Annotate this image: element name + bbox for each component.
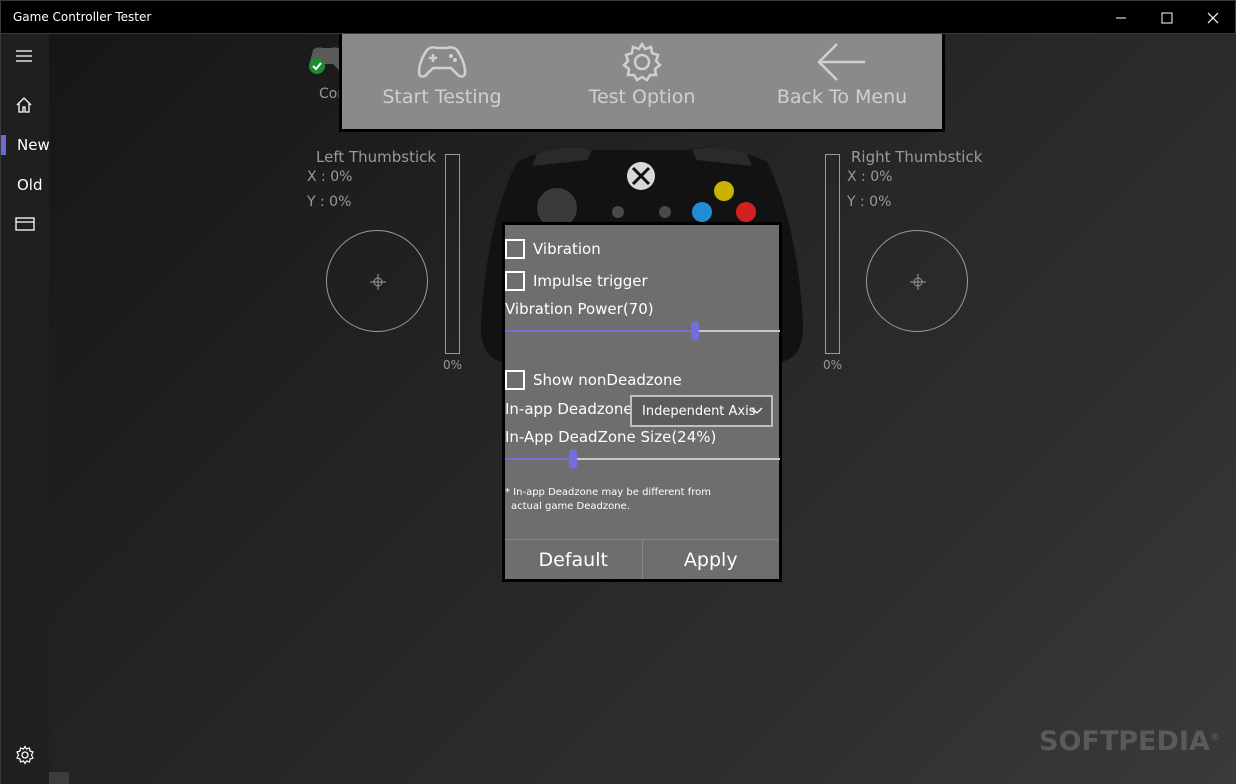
title-bar: Game Controller Tester [0, 0, 1236, 34]
slider-fill [505, 458, 573, 460]
back-to-menu-label: Back To Menu [776, 86, 908, 108]
left-trigger-value: 0% [443, 358, 463, 372]
impulse-trigger-checkbox[interactable] [505, 271, 525, 291]
slider-fill [505, 330, 695, 332]
left-stick-area [326, 230, 428, 332]
non-deadzone-checkbox-row[interactable]: Show nonDeadzone [505, 370, 682, 390]
horizontal-scrollbar[interactable] [49, 772, 69, 784]
left-trigger-bar [445, 154, 460, 354]
right-thumbstick-title: Right Thumbstick [851, 148, 983, 166]
sidebar-item-home[interactable] [1, 85, 50, 125]
vibration-checkbox[interactable] [505, 239, 525, 259]
hamburger-icon [16, 50, 32, 62]
card-icon [15, 217, 35, 231]
registered-mark: ® [1209, 732, 1220, 743]
default-button[interactable]: Default [505, 540, 642, 579]
toolbar: Start Testing Test Option Back To Menu [339, 34, 945, 132]
sidebar-item-settings[interactable] [1, 735, 50, 775]
back-to-menu-button[interactable]: Back To Menu [752, 42, 932, 108]
gamepad-icon [417, 46, 467, 78]
slider-thumb[interactable] [691, 321, 699, 341]
sidebar: New Old [0, 34, 50, 784]
sidebar-item-card[interactable] [1, 204, 50, 244]
show-non-deadzone-label: Show nonDeadzone [533, 371, 682, 389]
deadzone-note-line2: actual game Deadzone. [511, 501, 630, 512]
right-stick-x: X : 0% [847, 169, 893, 185]
gear-icon [16, 745, 34, 765]
right-stick-y: Y : 0% [847, 194, 892, 210]
vibration-label: Vibration [533, 240, 601, 258]
left-stick-x: X : 0% [307, 169, 353, 185]
right-trigger-bar [825, 154, 840, 354]
deadzone-size-slider[interactable] [505, 449, 780, 469]
menu-toggle[interactable] [1, 36, 50, 76]
left-stick-y: Y : 0% [307, 194, 352, 210]
deadzone-mode-select[interactable]: Independent Axis [630, 395, 773, 427]
gear-icon [622, 42, 662, 82]
close-button[interactable] [1190, 1, 1236, 34]
right-trigger-value: 0% [823, 358, 843, 372]
minimize-button[interactable] [1098, 1, 1144, 34]
arrow-left-icon [817, 43, 865, 81]
main-area: Con Start Testing Test Option Back To Me… [49, 34, 1236, 784]
deadzone-note: * In-app Deadzone may be different from … [505, 486, 725, 514]
test-options-dialog: Vibration Impulse trigger Vibration Powe… [502, 222, 782, 582]
vibration-power-label: Vibration Power(70) [505, 300, 654, 318]
vibration-checkbox-row[interactable]: Vibration [505, 239, 601, 259]
impulse-trigger-label: Impulse trigger [533, 272, 648, 290]
show-non-deadzone-checkbox[interactable] [505, 370, 525, 390]
crosshair-icon [910, 274, 926, 290]
minimize-icon [1116, 17, 1126, 18]
window-title: Game Controller Tester [13, 10, 152, 24]
maximize-button[interactable] [1144, 1, 1190, 34]
chevron-down-icon [751, 407, 763, 414]
test-option-label: Test Option [588, 86, 696, 108]
deadzone-mode-label: In-app Deadzone [505, 400, 633, 418]
watermark-text: SOFTPEDIA [1039, 726, 1210, 757]
softpedia-watermark: SOFTPEDIA® [1039, 726, 1220, 757]
dialog-buttons: Default Apply [505, 539, 779, 579]
sidebar-item-label: New [17, 136, 50, 154]
sidebar-item-label: Old [17, 176, 43, 194]
maximize-icon [1161, 12, 1173, 23]
start-testing-label: Start Testing [382, 86, 502, 108]
apply-button[interactable]: Apply [641, 540, 780, 579]
slider-thumb[interactable] [569, 449, 577, 469]
impulse-checkbox-row[interactable]: Impulse trigger [505, 271, 648, 291]
crosshair-icon [370, 274, 386, 290]
deadzone-mode-value: Independent Axis [642, 403, 756, 419]
close-icon [1207, 12, 1219, 23]
sidebar-item-old[interactable]: Old [1, 165, 50, 205]
vibration-power-slider[interactable] [505, 321, 780, 341]
start-testing-button[interactable]: Start Testing [352, 42, 532, 108]
home-icon [16, 97, 32, 113]
right-stick-area [866, 230, 968, 332]
deadzone-size-label: In-App DeadZone Size(24%) [505, 428, 717, 446]
sidebar-item-new[interactable]: New [1, 125, 50, 165]
test-option-button[interactable]: Test Option [552, 42, 732, 108]
left-thumbstick-title: Left Thumbstick [316, 148, 437, 166]
deadzone-note-line1: * In-app Deadzone may be different from [505, 487, 712, 498]
